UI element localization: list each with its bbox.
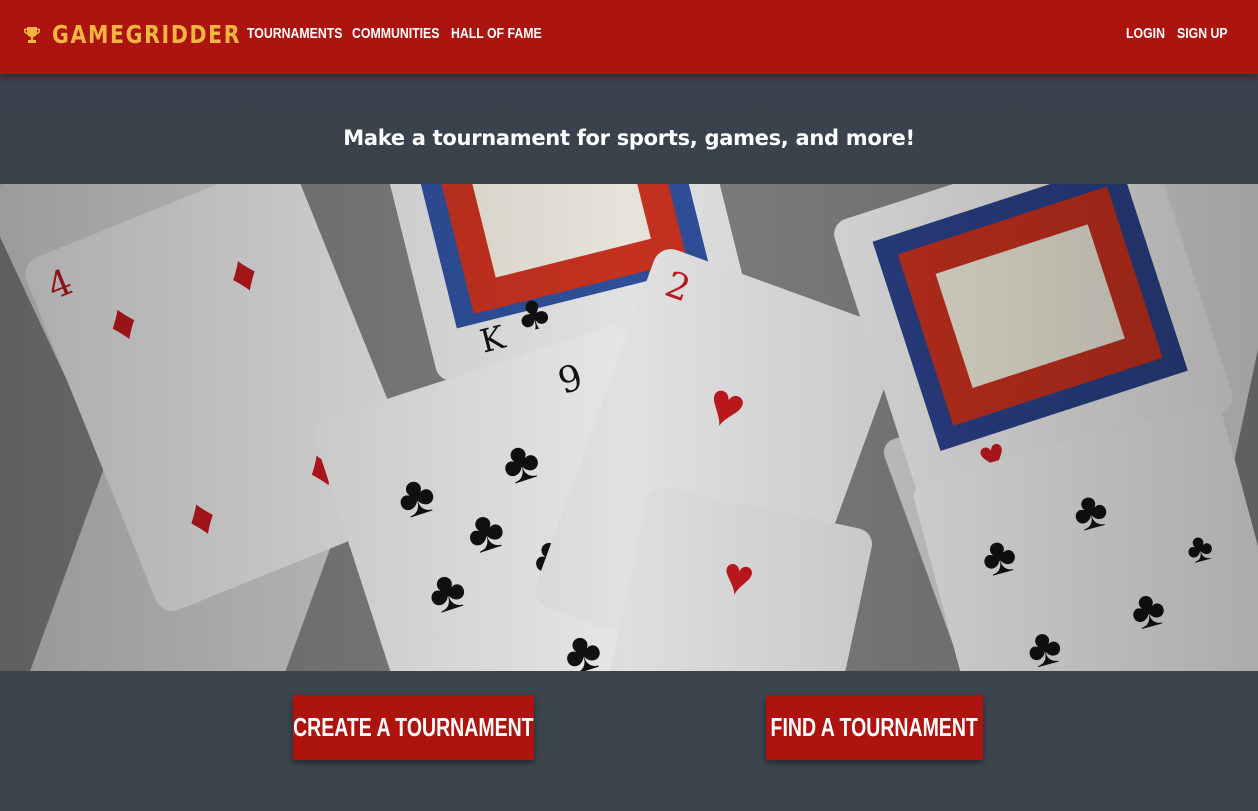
login-link[interactable]: Login [1126, 24, 1168, 44]
nav-tournaments-link[interactable]: Tournaments [247, 24, 342, 44]
find-tournament-label: Find a Tournament [770, 712, 979, 742]
brand-name: GAMEGRIDDER [52, 20, 242, 49]
primary-nav: Tournaments Communities Hall of Fame [247, 24, 551, 44]
playing-cards-illustration: K ♣ 4 ♦ ♦ ♦ ♦ 9 ♣ ♣ ♣ ♣ ♣ ♣ ♣ 2 ♥ [0, 184, 1258, 671]
trophy-icon [24, 27, 40, 43]
hero-image-playing-cards: K ♣ 4 ♦ ♦ ♦ ♦ 9 ♣ ♣ ♣ ♣ ♣ ♣ ♣ 2 ♥ [0, 184, 1258, 671]
create-tournament-button[interactable]: Create a Tournament [293, 695, 534, 760]
nav-hall-of-fame-link[interactable]: Hall of Fame [451, 24, 542, 44]
nav-communities-link[interactable]: Communities [352, 24, 439, 44]
find-tournament-button[interactable]: Find a Tournament [766, 695, 983, 760]
create-tournament-label: Create a Tournament [293, 712, 534, 742]
account-nav: Login Sign Up [1126, 24, 1233, 44]
sign-up-link[interactable]: Sign Up [1177, 24, 1228, 44]
hero-tagline: Make a tournament for sports, games, and… [343, 126, 915, 150]
brand-logo-link[interactable]: GAMEGRIDDER [22, 20, 283, 50]
top-navbar: GAMEGRIDDER Tournaments Communities Hall… [0, 0, 1258, 74]
